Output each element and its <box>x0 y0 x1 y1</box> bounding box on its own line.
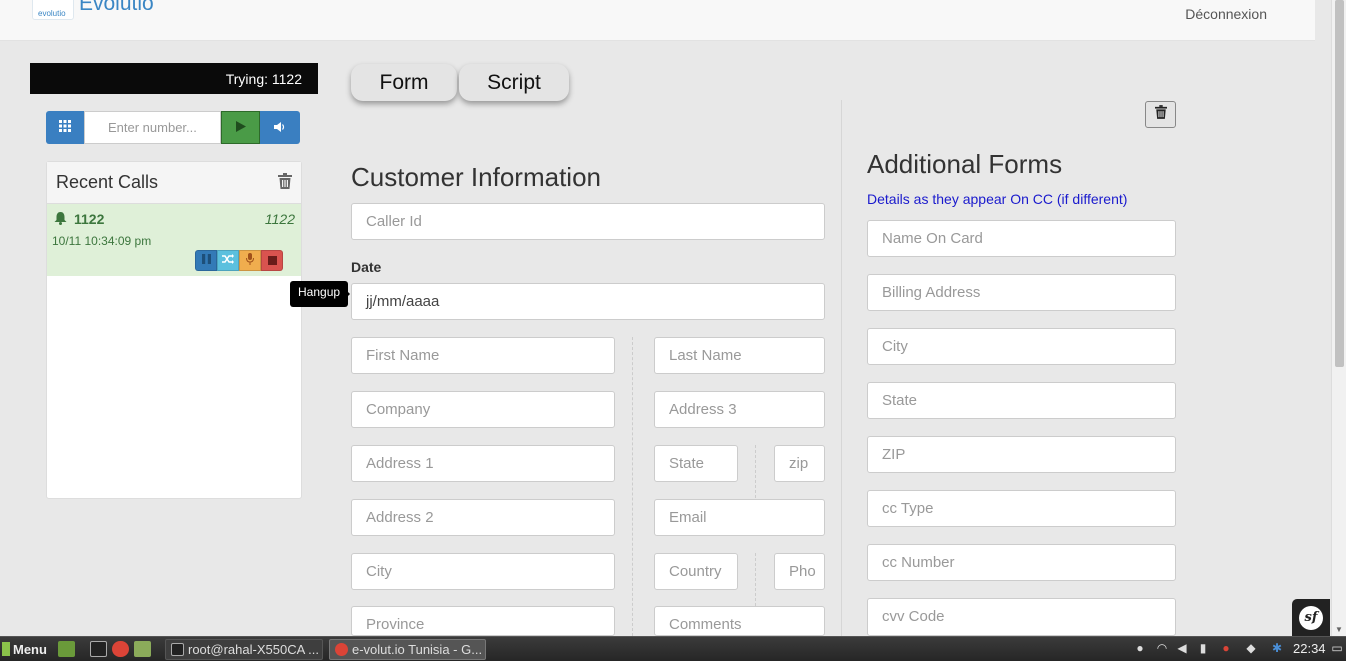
start-menu-button[interactable]: Menu <box>0 639 47 659</box>
hangup-button[interactable] <box>261 250 283 271</box>
chrome-icon <box>335 643 348 656</box>
recent-call-item[interactable]: 1122 1122 10/11 10:34:09 pm <box>47 204 301 276</box>
window-title: e-volut.io Tunisia - G... <box>352 642 483 657</box>
stop-icon <box>267 256 277 265</box>
tooltip-arrow <box>345 289 350 299</box>
mint-menu-icon <box>2 642 10 656</box>
bluetooth-icon[interactable]: ✱ <box>1270 641 1284 657</box>
additional-forms-title: Additional Forms <box>867 149 1063 179</box>
company-input[interactable]: Company <box>351 391 615 428</box>
column-divider <box>841 100 842 636</box>
pause-icon <box>201 254 211 267</box>
tab-script[interactable]: Script <box>459 64 569 101</box>
caller-id-input[interactable]: Caller Id <box>351 203 825 240</box>
wifi-icon[interactable]: ◠ <box>1155 641 1169 657</box>
tab-form[interactable]: Form <box>351 64 457 101</box>
call-number: 1122 <box>74 211 105 227</box>
form-divider-small-2 <box>755 553 756 606</box>
trash-icon <box>1154 105 1167 124</box>
files-launcher-icon[interactable] <box>134 641 151 657</box>
microphone-icon <box>246 253 254 268</box>
call-number-secondary: 1122 <box>264 211 295 227</box>
scrollbar-thumb[interactable] <box>1335 0 1344 367</box>
menu-label: Menu <box>13 641 47 657</box>
comments-input[interactable]: Comments <box>654 606 825 636</box>
recent-calls-header: Recent Calls <box>47 162 301 204</box>
os-taskbar: Menu root@rahal-X550CA ... e-volut.io Tu… <box>0 636 1346 661</box>
cc-type-input[interactable]: cc Type <box>867 490 1176 527</box>
clear-form-button[interactable] <box>1145 101 1176 128</box>
symfony-icon: sf <box>1299 605 1323 630</box>
brand-name[interactable]: Evolutio <box>79 0 154 16</box>
billing-city-input[interactable]: City <box>867 328 1176 365</box>
cvv-code-input[interactable]: cvv Code <box>867 598 1176 636</box>
volume-icon <box>274 121 286 135</box>
zip-input[interactable]: zip <box>774 445 825 482</box>
billing-address-input[interactable]: Billing Address <box>867 274 1176 311</box>
customer-info-title: Customer Information <box>351 162 601 192</box>
window-title: root@rahal-X550CA ... <box>188 642 319 657</box>
mute-button[interactable] <box>239 250 261 271</box>
user-icon[interactable]: ● <box>1133 641 1147 657</box>
hold-button[interactable] <box>195 250 217 271</box>
dialer <box>46 111 300 144</box>
battery-icon[interactable]: ▮ <box>1196 641 1210 657</box>
recent-calls-panel: Recent Calls 1122 1122 10/11 10:34:09 pm <box>46 161 302 499</box>
form-divider-small <box>755 445 756 498</box>
transfer-button[interactable] <box>217 250 239 271</box>
last-name-input[interactable]: Last Name <box>654 337 825 374</box>
state-input[interactable]: State <box>654 445 738 482</box>
grid-icon <box>59 120 71 135</box>
shield-icon[interactable]: ◆ <box>1244 641 1258 657</box>
phone-input[interactable]: Pho <box>774 553 825 590</box>
clock[interactable]: 22:34 <box>1293 641 1326 656</box>
cc-details-note: Details as they appear On CC (if differe… <box>867 191 1128 207</box>
chrome-tray-icon[interactable]: ● <box>1219 641 1233 657</box>
volume-tray-icon[interactable]: ◀ <box>1175 641 1189 657</box>
address3-input[interactable]: Address 3 <box>654 391 825 428</box>
play-icon <box>235 120 246 135</box>
call-status-bar: Trying: 1122 <box>30 63 318 94</box>
country-input[interactable]: Country <box>654 553 738 590</box>
logo-text: evolutio <box>38 9 66 18</box>
hangup-tooltip: Hangup <box>290 281 349 307</box>
call-actions <box>195 250 283 271</box>
call-datetime: 10/11 10:34:09 pm <box>52 234 152 248</box>
logout-link[interactable]: Déconnexion <box>1185 6 1267 22</box>
top-navbar: evolutio Evolutio Déconnexion <box>0 0 1315 41</box>
page-scrollbar[interactable]: ▼ <box>1331 0 1346 636</box>
recent-calls-title: Recent Calls <box>56 172 159 192</box>
terminal-icon <box>171 643 184 656</box>
address2-input[interactable]: Address 2 <box>351 499 615 536</box>
name-on-card-input[interactable]: Name On Card <box>867 220 1176 257</box>
province-input[interactable]: Province <box>351 606 615 636</box>
display-icon[interactable]: ▭ <box>1330 641 1344 657</box>
bell-icon <box>54 212 67 228</box>
chrome-launcher-icon[interactable] <box>112 641 129 657</box>
show-desktop-icon[interactable] <box>58 641 75 657</box>
city-input[interactable]: City <box>351 553 615 590</box>
trash-icon[interactable] <box>278 173 292 189</box>
taskbar-window-chrome[interactable]: e-volut.io Tunisia - G... <box>329 639 486 660</box>
volume-button[interactable] <box>260 111 300 144</box>
cc-number-input[interactable]: cc Number <box>867 544 1176 581</box>
billing-state-input[interactable]: State <box>867 382 1176 419</box>
date-input[interactable]: jj/mm/aaaa <box>351 283 825 320</box>
number-input[interactable] <box>84 111 221 144</box>
first-name-input[interactable]: First Name <box>351 337 615 374</box>
email-input[interactable]: Email <box>654 499 825 536</box>
call-button[interactable] <box>221 111 260 144</box>
terminal-launcher-icon[interactable] <box>90 641 107 657</box>
billing-zip-input[interactable]: ZIP <box>867 436 1176 473</box>
date-label: Date <box>351 259 382 275</box>
dialpad-button[interactable] <box>46 111 84 144</box>
shuffle-icon <box>222 254 234 267</box>
taskbar-window-terminal[interactable]: root@rahal-X550CA ... <box>165 639 323 660</box>
address1-input[interactable]: Address 1 <box>351 445 615 482</box>
scroll-down-arrow-icon[interactable]: ▼ <box>1335 625 1343 634</box>
symfony-toolbar-toggle[interactable]: sf <box>1292 599 1330 636</box>
form-divider <box>632 337 633 636</box>
